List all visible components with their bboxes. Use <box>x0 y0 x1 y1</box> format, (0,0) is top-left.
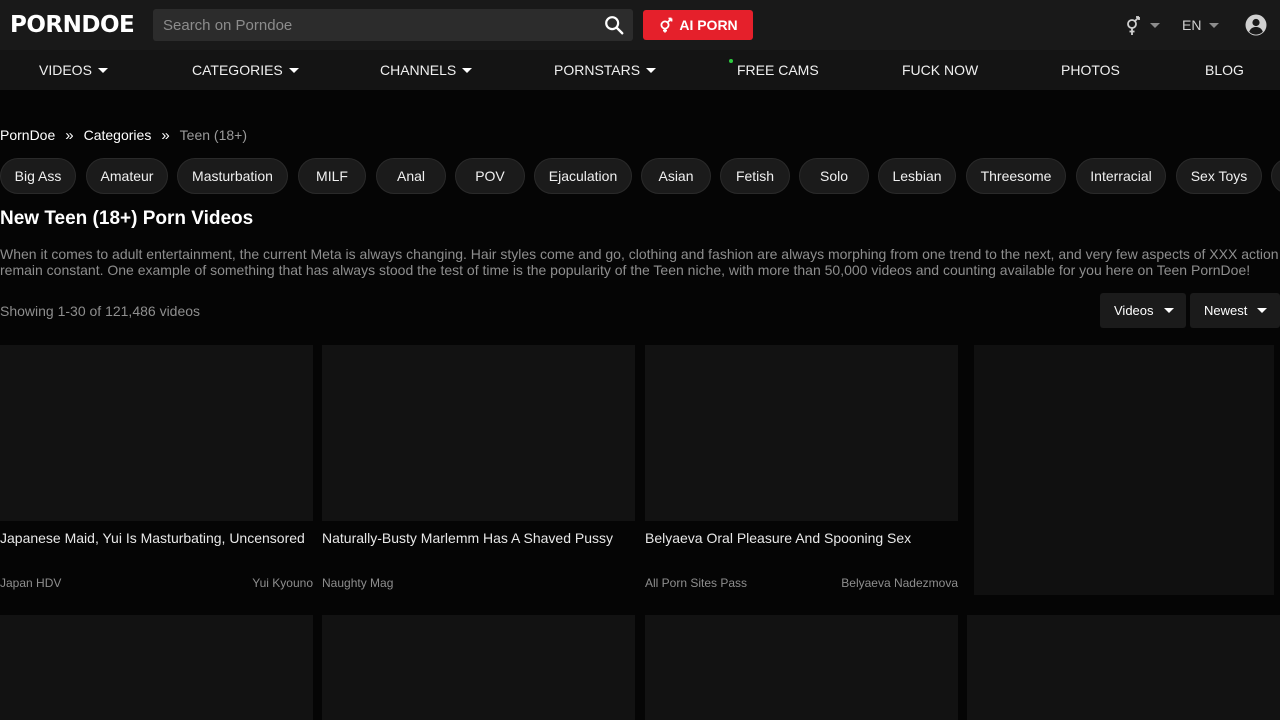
video-meta: Japan HDV Yui Kyouno <box>0 576 313 590</box>
nav-item-photos[interactable]: PHOTOS <box>1061 50 1120 90</box>
search-icon[interactable] <box>603 14 625 36</box>
video-pornstar[interactable]: Yui Kyouno <box>252 576 313 590</box>
nav-item-label: CATEGORIES <box>192 62 283 78</box>
language-label: EN <box>1182 17 1202 33</box>
breadcrumb-categories[interactable]: Categories <box>84 127 152 143</box>
tag-pill[interactable]: Interracial <box>1076 158 1166 194</box>
video-card[interactable] <box>0 615 313 720</box>
tag-pill[interactable]: Asian <box>641 158 711 194</box>
nav-item-label: PORNSTARS <box>554 62 641 78</box>
video-card[interactable]: Japanese Maid, Yui Is Masturbating, Unce… <box>0 345 313 595</box>
breadcrumb-home[interactable]: PornDoe <box>0 127 55 143</box>
ai-porn-button[interactable]: AI PORN <box>643 10 753 40</box>
logo-text-porn: PORN <box>10 12 82 38</box>
video-pornstar[interactable]: Belyaeva Nadezmova <box>841 576 958 590</box>
category-tag-list: Big Ass Amateur Masturbation MILF Anal P… <box>0 158 1280 194</box>
content-type-label: Videos <box>1114 303 1154 318</box>
chevron-down-icon <box>462 67 473 73</box>
orientation-selector[interactable] <box>1124 13 1168 37</box>
search-bar <box>153 9 633 41</box>
tag-pill[interactable]: Lesbian <box>878 158 956 194</box>
chevron-down-icon <box>288 67 299 73</box>
video-channel[interactable]: All Porn Sites Pass <box>645 576 747 590</box>
tag-pill[interactable]: Sex Toys <box>1176 158 1262 194</box>
chevron-down-icon <box>1257 308 1268 313</box>
gender-icon <box>1127 16 1140 35</box>
tag-pill[interactable]: Anal <box>376 158 446 194</box>
ai-porn-label: AI PORN <box>679 17 738 33</box>
video-card[interactable]: Belyaeva Oral Pleasure And Spooning Sex … <box>645 345 958 595</box>
video-thumbnail[interactable] <box>0 345 313 521</box>
nav-item-label: FREE CAMS <box>737 62 819 78</box>
nav-item-label: CHANNELS <box>380 62 457 78</box>
chevron-down-icon <box>1209 22 1220 28</box>
nav-item-channels[interactable]: CHANNELS <box>380 50 473 90</box>
tag-pill[interactable]: Fetish <box>720 158 790 194</box>
tag-pill[interactable]: Big Ass <box>0 158 76 194</box>
tag-pill[interactable]: POV <box>455 158 525 194</box>
site-logo[interactable]: PORN DOE <box>10 12 135 38</box>
video-title[interactable]: Belyaeva Oral Pleasure And Spooning Sex <box>645 530 911 546</box>
video-thumbnail[interactable] <box>645 615 958 720</box>
tag-pill[interactable]: Ejaculation <box>534 158 632 194</box>
chevron-down-icon <box>1150 22 1160 28</box>
gender-symbol-icon <box>660 17 673 33</box>
video-card[interactable]: Naturally-Busty Marlemm Has A Shaved Pus… <box>322 345 635 595</box>
logo-text-doe: DOE <box>81 12 135 38</box>
chevron-down-icon <box>1163 308 1174 313</box>
tag-pill[interactable]: Threesome <box>966 158 1066 194</box>
language-selector[interactable]: EN <box>1182 13 1220 37</box>
breadcrumb-separator: » <box>161 126 170 144</box>
nav-item-free-cams[interactable]: FREE CAMS <box>729 50 819 90</box>
top-bar: PORNDOE AI PORN EN <box>0 0 1280 50</box>
video-channel[interactable]: Japan HDV <box>0 576 61 590</box>
live-dot-icon <box>729 59 733 63</box>
video-title[interactable]: Naturally-Busty Marlemm Has A Shaved Pus… <box>322 530 613 546</box>
ad-banner[interactable] <box>974 345 1274 595</box>
video-card[interactable] <box>322 615 635 720</box>
video-card[interactable] <box>967 615 1280 720</box>
video-card[interactable] <box>645 615 958 720</box>
sort-label: Newest <box>1204 303 1248 318</box>
content-type-dropdown[interactable]: Videos <box>1100 293 1186 328</box>
video-thumbnail[interactable] <box>0 615 313 720</box>
nav-item-videos[interactable]: VIDEOS <box>39 50 108 90</box>
results-count: Showing 1-30 of 121,486 videos <box>0 303 201 319</box>
nav-item-blog[interactable]: BLOG <box>1205 50 1244 90</box>
tag-pill-overflow[interactable] <box>1271 158 1280 194</box>
tag-pill[interactable]: Solo <box>799 158 869 194</box>
user-account-icon[interactable] <box>1245 14 1267 36</box>
video-thumbnail[interactable] <box>322 615 635 720</box>
breadcrumb: PornDoe » Categories » Teen (18+) <box>0 125 247 145</box>
video-title[interactable]: Japanese Maid, Yui Is Masturbating, Unce… <box>0 530 305 546</box>
nav-item-fuck-now[interactable]: FUCK NOW <box>902 50 978 90</box>
video-meta: All Porn Sites Pass Belyaeva Nadezmova <box>645 576 958 590</box>
video-thumbnail[interactable] <box>322 345 635 521</box>
page-description: When it comes to adult entertainment, th… <box>0 246 1279 278</box>
tag-pill[interactable]: Masturbation <box>177 158 288 194</box>
nav-item-label: BLOG <box>1205 62 1244 78</box>
breadcrumb-separator: » <box>65 126 74 144</box>
main-nav: VIDEOS CATEGORIES CHANNELS PORNSTARS FRE… <box>0 50 1280 90</box>
nav-item-categories[interactable]: CATEGORIES <box>192 50 299 90</box>
page-title: New Teen (18+) Porn Videos <box>0 208 254 229</box>
video-thumbnail[interactable] <box>967 615 1280 720</box>
chevron-down-icon <box>97 67 108 73</box>
tag-pill[interactable]: MILF <box>298 158 366 194</box>
nav-item-label: FUCK NOW <box>902 62 979 78</box>
video-channel[interactable]: Naughty Mag <box>322 576 393 590</box>
video-thumbnail[interactable] <box>645 345 958 521</box>
nav-item-label: PHOTOS <box>1061 62 1120 78</box>
chevron-down-icon <box>646 67 657 73</box>
nav-item-pornstars[interactable]: PORNSTARS <box>554 50 657 90</box>
nav-item-label: VIDEOS <box>39 62 92 78</box>
tag-pill[interactable]: Amateur <box>86 158 168 194</box>
video-meta: Naughty Mag <box>322 576 635 590</box>
search-input[interactable] <box>153 9 583 41</box>
breadcrumb-current: Teen (18+) <box>179 127 247 143</box>
sort-dropdown[interactable]: Newest <box>1190 293 1280 328</box>
